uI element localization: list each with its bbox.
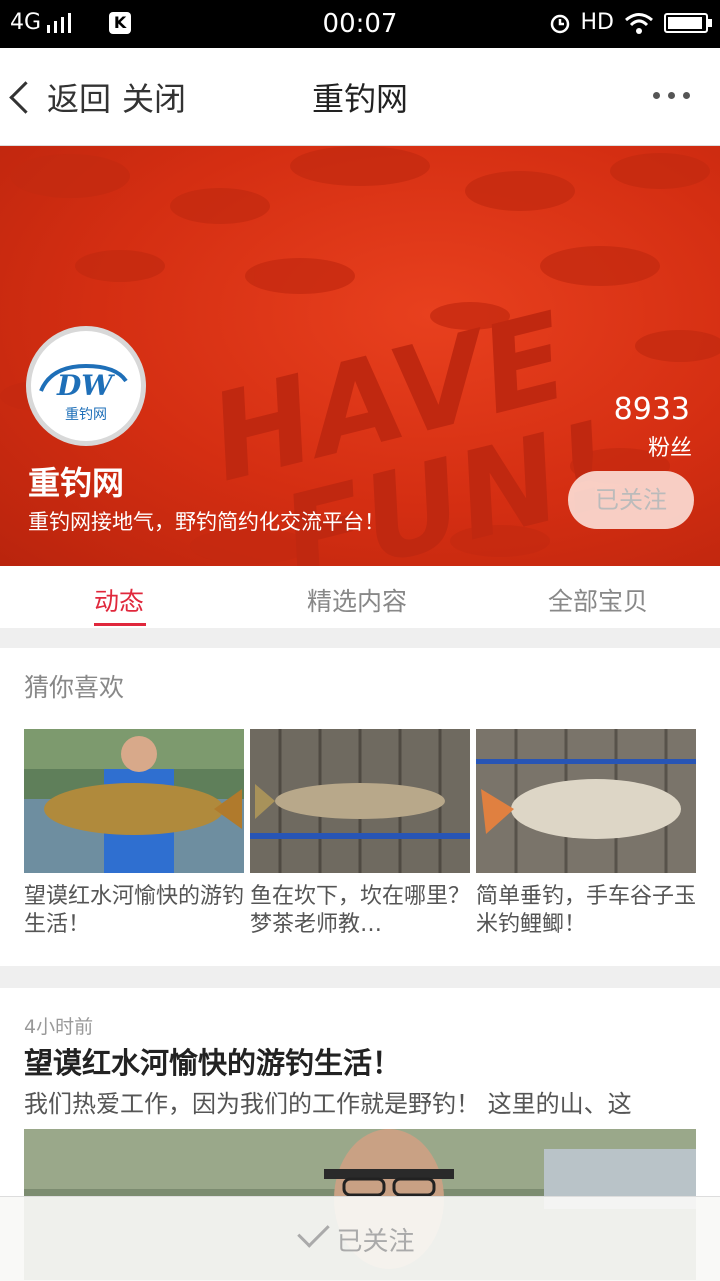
card-caption: 望谟红水河愉快的游钓生活！ <box>24 884 244 937</box>
recommend-card[interactable]: 简单垂钓，手车谷子玉米钓鲤鲫！ <box>476 729 696 939</box>
bottom-follow-button[interactable]: 已关注 <box>0 1215 720 1258</box>
wifi-icon <box>625 12 653 34</box>
more-dots-icon[interactable] <box>653 92 690 99</box>
tab-all-items[interactable]: 全部宝贝 <box>548 582 648 618</box>
recommend-card[interactable]: 望谟红水河愉快的游钓生活！ <box>24 729 244 939</box>
recommend-section: 猜你喜欢 望谟红水河愉快的游钓生活！ 鱼在坎下，坎在哪里？梦茶老师教… 简单垂钓… <box>0 648 720 966</box>
nav-bar: 返回 关闭 重钓网 <box>0 48 720 146</box>
avatar[interactable]: DW 重钓网 <box>26 326 146 446</box>
status-right: HD <box>549 10 712 35</box>
tab-featured[interactable]: 精选内容 <box>307 582 407 618</box>
post-body: 我们热爱工作，因为我们的工作就是野钓！ 这里的山、这 <box>24 1090 632 1118</box>
post-title[interactable]: 望谟红水河愉快的游钓生活！ <box>24 1040 401 1082</box>
bottom-follow-label: 已关注 <box>336 1227 415 1257</box>
followed-button[interactable]: 已关注 <box>568 471 694 529</box>
logo-subtext: 重钓网 <box>65 407 107 423</box>
tab-bar: 动态 精选内容 全部宝贝 <box>0 566 720 628</box>
logo-text: DW <box>56 369 115 402</box>
card-image-carp-on-dock <box>476 729 696 873</box>
page-title: 重钓网 <box>311 80 408 118</box>
card-image-fisherman-carp <box>24 729 244 873</box>
hd-label: HD <box>580 10 614 35</box>
check-icon <box>297 1215 331 1248</box>
post-timestamp: 4小时前 <box>24 1016 94 1038</box>
recommend-title: 猜你喜欢 <box>24 673 125 702</box>
status-bar: 4G K 00:07 HD <box>0 0 720 48</box>
alarm-icon <box>550 14 569 33</box>
bottom-follow-bar[interactable]: 已关注 <box>0 1196 720 1281</box>
card-image-fish-on-dock <box>250 729 470 873</box>
shop-logo: DW 重钓网 <box>39 363 128 423</box>
fans-count: 8933 <box>613 392 690 427</box>
shop-description: 重钓网接地气，野钓简约化交流平台！ <box>28 510 385 534</box>
shop-name: 重钓网 <box>28 464 125 502</box>
card-caption: 鱼在坎下，坎在哪里？梦茶老师教… <box>250 884 470 937</box>
fans-label: 粉丝 <box>647 436 692 461</box>
card-caption: 简单垂钓，手车谷子玉米钓鲤鲫！ <box>476 884 696 937</box>
profile-banner: HAVE FUN! DW 重钓网 重钓网 重钓网接地气，野钓简约化交流平台！ 8… <box>0 146 720 566</box>
battery-icon <box>664 12 712 33</box>
tab-dynamic[interactable]: 动态 <box>94 582 144 618</box>
recommend-card[interactable]: 鱼在坎下，坎在哪里？梦茶老师教… <box>250 729 470 939</box>
tab-active-indicator <box>94 623 146 626</box>
